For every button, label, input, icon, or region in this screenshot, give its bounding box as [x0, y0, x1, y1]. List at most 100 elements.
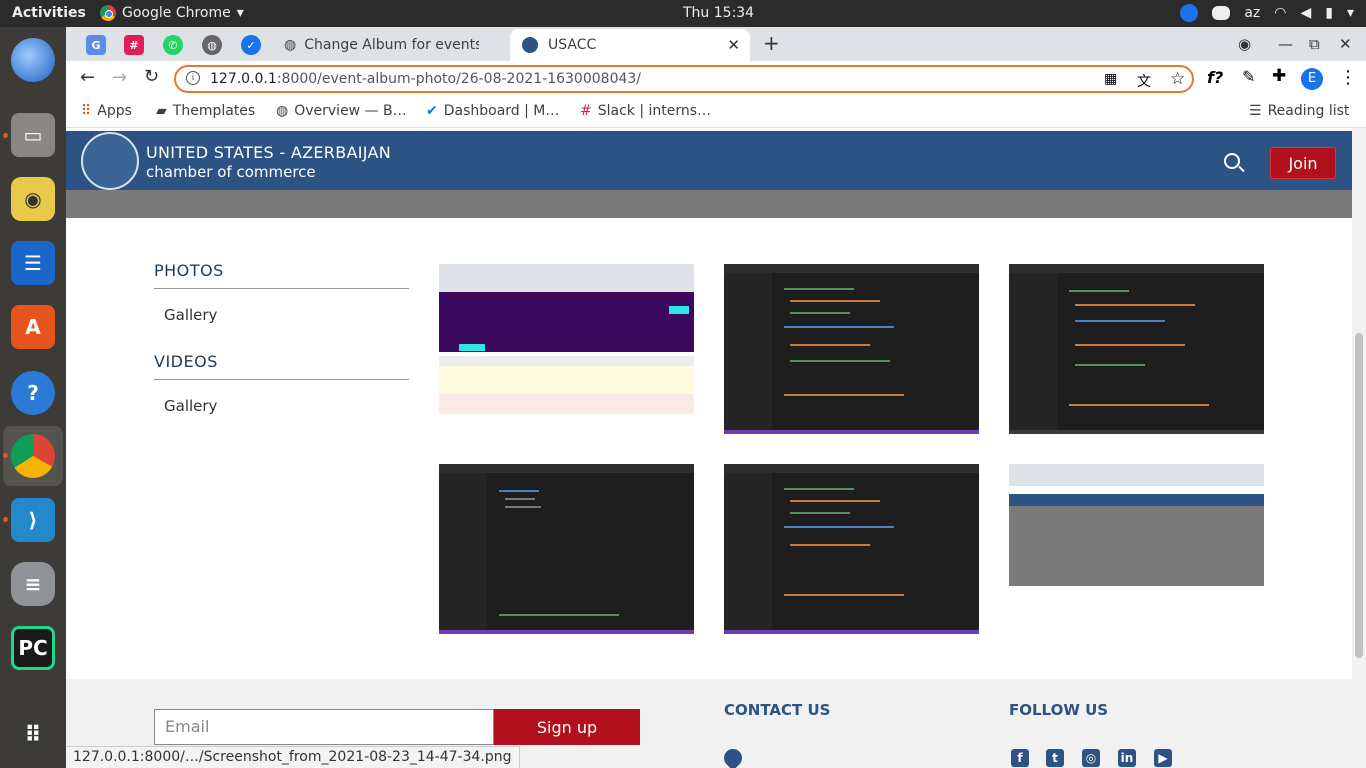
minimize-button[interactable]: — [1278, 35, 1293, 53]
tab-strip: G # ✆ ◍ ✓ ◍ Change Album for events USAC… [66, 27, 1366, 61]
divider [154, 379, 409, 380]
writer-icon[interactable]: ☰ [11, 241, 55, 285]
rhythmbox-icon[interactable]: ◉ [11, 177, 55, 221]
slack-icon: # [580, 103, 592, 119]
discord-icon[interactable] [1212, 6, 1231, 20]
activities-button[interactable]: Activities [12, 5, 86, 21]
divider [154, 288, 409, 289]
photos-heading: PHOTOS [154, 261, 224, 280]
globe-icon: ◍ [276, 103, 289, 119]
join-button[interactable]: Join [1270, 147, 1336, 179]
url-text[interactable]: 127.0.0.1:8000/event-album-photo/26-08-2… [210, 71, 641, 87]
location-icon[interactable] [720, 745, 746, 768]
bookmark-themplates[interactable]: ▰ Themplates [156, 103, 255, 119]
slack-tab-icon[interactable]: # [124, 35, 144, 55]
profile-avatar[interactable]: E [1301, 68, 1323, 90]
whatsapp-tab-icon[interactable]: ✆ [163, 35, 183, 55]
gallery-photo[interactable] [724, 464, 979, 634]
videos-heading: VIDEOS [154, 352, 218, 371]
extensions-puzzle-icon[interactable]: ✚ [1272, 66, 1286, 86]
reload-icon[interactable]: ↻ [144, 66, 159, 87]
gallery-photo[interactable] [439, 264, 694, 414]
system-tray[interactable]: az ◠ ◀ ▮ ▾ [1180, 4, 1354, 22]
tab-title: Change Album for events [304, 37, 480, 53]
running-indicator [3, 517, 8, 522]
browser-toolbar: ← → ↻ i 127.0.0.1:8000/event-album-photo… [66, 61, 1366, 97]
tab-change-album[interactable]: ◍ Change Album for events [276, 29, 508, 61]
folder-icon: ▰ [156, 103, 167, 119]
database-icon[interactable]: ≡ [11, 562, 55, 606]
reading-list-icon: ☰ [1249, 103, 1262, 119]
bookmark-dashboard[interactable]: ✔ Dashboard | M… [426, 103, 559, 119]
gallery-photo[interactable] [724, 264, 979, 434]
videos-gallery-link[interactable]: Gallery [164, 397, 217, 415]
power-menu-icon[interactable]: ▾ [1347, 5, 1354, 21]
tab-usacc[interactable]: USACC ✕ [510, 29, 750, 61]
linkedin-icon[interactable]: in [1118, 749, 1136, 767]
instagram-icon[interactable]: ◎ [1082, 749, 1100, 767]
new-tab-button[interactable]: + [763, 31, 780, 55]
photos-gallery-link[interactable]: Gallery [164, 306, 217, 324]
globe-tab-icon[interactable]: ◍ [202, 35, 222, 55]
app-menu[interactable]: Google Chrome ▾ [100, 5, 244, 21]
formula-extension-icon[interactable]: f? [1207, 68, 1223, 87]
brand-line-1[interactable]: UNITED STATES - AZERBAIJAN [146, 143, 391, 162]
eyedropper-extension-icon[interactable]: ✎ [1242, 67, 1255, 86]
address-bar[interactable]: i 127.0.0.1:8000/event-album-photo/26-08… [174, 65, 1194, 93]
apps-grid-icon[interactable]: ⠿ [11, 713, 55, 757]
keyboard-layout[interactable]: az [1244, 5, 1260, 21]
gallery-photo[interactable] [439, 464, 694, 634]
wifi-icon[interactable]: ◠ [1274, 5, 1286, 21]
verified-icon: ✔ [426, 103, 438, 119]
verified-tab-icon[interactable]: ✓ [241, 35, 261, 55]
bookmark-overview[interactable]: ◍ Overview — B… [276, 103, 407, 119]
close-window-button[interactable]: ✕ [1339, 35, 1352, 53]
chevron-down-icon: ▾ [236, 5, 244, 21]
bookmark-star-icon[interactable]: ☆ [1170, 69, 1185, 89]
software-icon[interactable]: A [11, 305, 55, 349]
clock[interactable]: Thu 15:34 [683, 5, 754, 21]
volume-icon[interactable]: ◀ [1300, 5, 1311, 21]
gallery-photo[interactable] [1009, 264, 1264, 434]
app-name: Google Chrome [122, 5, 231, 21]
chrome-icon[interactable] [11, 434, 55, 478]
gallery-photo[interactable] [1009, 464, 1264, 586]
contact-heading: CONTACT US [724, 701, 831, 719]
brand-line-2[interactable]: chamber of commerce [146, 163, 316, 181]
bookmark-apps[interactable]: ⠿ Apps [81, 103, 132, 119]
qr-code-icon[interactable]: ▦ [1104, 71, 1117, 87]
restore-button[interactable]: ⧉ [1309, 35, 1320, 53]
email-input[interactable]: Email [154, 709, 494, 745]
tab-title: USACC [548, 37, 597, 53]
page-scrollbar[interactable] [1352, 128, 1366, 768]
kebab-menu-icon[interactable]: ⋮ [1339, 67, 1357, 88]
back-icon[interactable]: ← [80, 67, 95, 88]
facebook-icon[interactable]: f [1011, 749, 1029, 767]
teamviewer-icon[interactable] [1180, 4, 1199, 22]
translate-tab-icon[interactable]: G [86, 35, 106, 55]
youtube-icon[interactable]: ▶ [1154, 749, 1172, 767]
pycharm-icon[interactable]: PC [11, 626, 55, 670]
gnome-top-bar: Activities Google Chrome ▾ Thu 15:34 az … [0, 0, 1366, 27]
forward-icon[interactable]: → [112, 67, 127, 88]
usacc-logo[interactable] [81, 132, 139, 190]
globe-icon: ◍ [284, 37, 297, 53]
translate-icon[interactable]: 文 [1137, 71, 1151, 91]
follow-heading: FOLLOW US [1009, 701, 1109, 719]
battery-icon[interactable]: ▮ [1325, 5, 1333, 21]
apps-grid-icon: ⠿ [81, 103, 92, 119]
twitter-icon[interactable]: t [1046, 749, 1064, 767]
help-icon[interactable]: ? [11, 371, 55, 415]
bookmark-slack[interactable]: # Slack | interns… [580, 103, 711, 119]
signup-button[interactable]: Sign up [494, 709, 640, 745]
tab-search-icon[interactable]: ◉ [1238, 35, 1251, 53]
files-icon[interactable]: ▭ [11, 113, 55, 157]
search-icon[interactable] [1224, 153, 1240, 169]
thunderbird-icon[interactable] [11, 38, 55, 82]
info-icon[interactable]: i [186, 71, 200, 85]
scrollbar-thumb[interactable] [1355, 333, 1363, 658]
dock: ▭ ◉ ☰ A ? ⟩ ≡ PC ⠿ [0, 27, 66, 768]
vscode-icon[interactable]: ⟩ [11, 498, 55, 542]
reading-list-button[interactable]: ☰ Reading list [1249, 103, 1349, 119]
close-tab-icon[interactable]: ✕ [727, 36, 740, 54]
